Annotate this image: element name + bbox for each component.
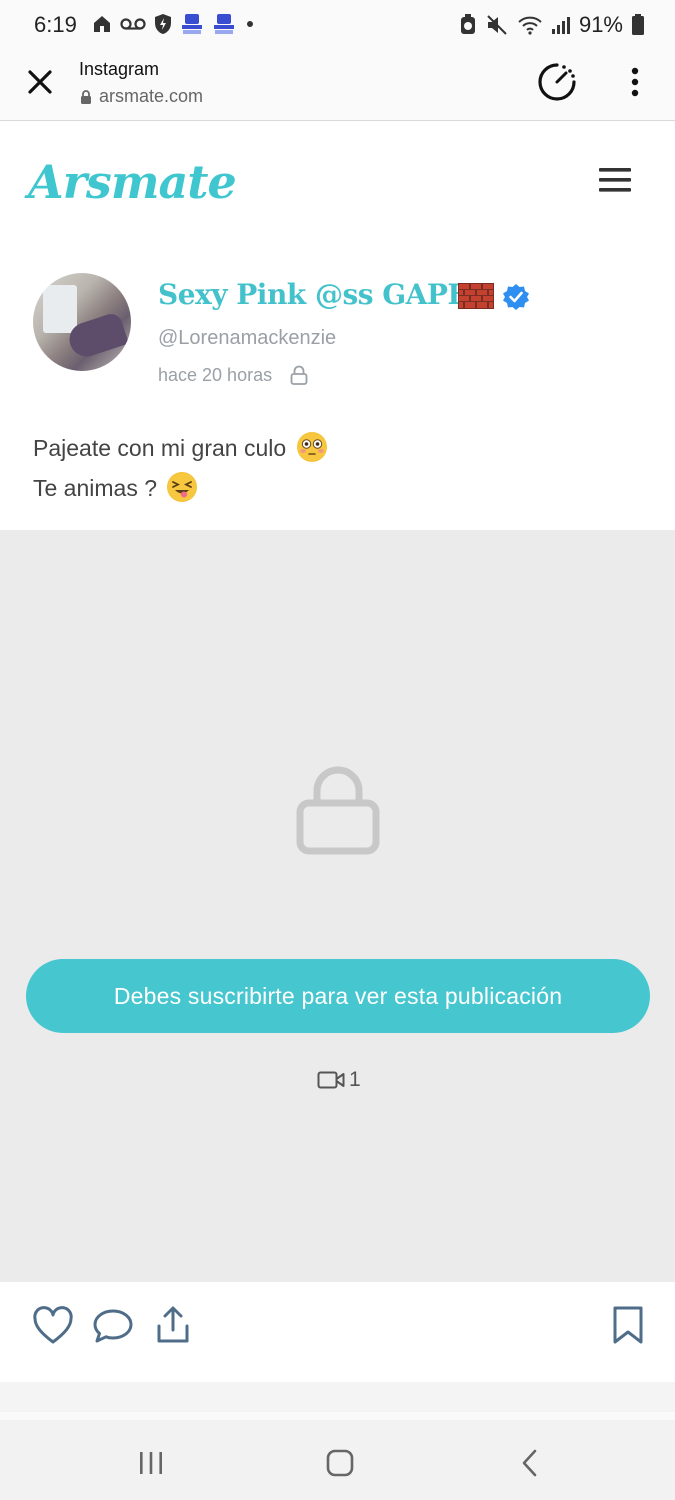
verified-badge-icon [503, 284, 529, 310]
avatar[interactable] [33, 273, 131, 371]
display-name[interactable]: Sexy Pink @ss GAPE [158, 278, 469, 311]
site-header: Arsmate [0, 121, 675, 241]
wifi-icon [518, 16, 542, 35]
lock-icon [296, 766, 380, 855]
overflow-menu-icon[interactable] [625, 66, 645, 98]
flushed-emoji-icon [296, 432, 327, 462]
subscribe-button[interactable]: Debes suscribirte para ver esta publicac… [26, 959, 650, 1033]
recent-apps-icon[interactable] [137, 1450, 165, 1476]
heart-icon[interactable] [32, 1306, 74, 1346]
home-button-icon[interactable] [326, 1449, 354, 1477]
close-icon[interactable] [26, 68, 54, 96]
notification-icon [182, 14, 202, 34]
status-left-icons [92, 13, 256, 35]
shield-icon [155, 14, 171, 34]
battery-percentage: 91% [578, 12, 623, 37]
share-icon[interactable] [156, 1305, 190, 1345]
user-handle[interactable]: @Lorenamackenzie [158, 327, 336, 350]
notification-icon [214, 14, 234, 34]
post-caption-line: Te animas ? [33, 472, 198, 502]
mute-icon [487, 15, 507, 35]
locked-media-area [0, 530, 675, 1282]
comment-icon[interactable] [92, 1307, 134, 1345]
bookmark-icon[interactable] [612, 1305, 644, 1345]
divider [0, 1412, 675, 1420]
home-icon [94, 16, 110, 32]
bricks-emoji-icon [458, 283, 494, 309]
subscribe-button-label: Debes suscribirte para ver esta publicac… [113, 982, 563, 1009]
post-timestamp: hace 20 horas [158, 365, 273, 385]
divider [0, 1382, 675, 1412]
video-count: 1 [349, 1068, 361, 1091]
caption-text: Pajeate con mi gran culo [33, 435, 287, 461]
status-bar: 6:19 91% [0, 0, 675, 50]
post-caption-line: Pajeate con mi gran culo [33, 432, 327, 462]
alarm-icon [460, 14, 475, 34]
status-right-icons: 91% [459, 12, 645, 38]
caption-text: Te animas ? [33, 475, 158, 501]
lock-icon [290, 365, 308, 385]
back-icon[interactable] [520, 1449, 540, 1477]
speed-gauge-icon[interactable] [537, 62, 577, 102]
site-logo[interactable]: Arsmate [28, 155, 237, 209]
voicemail-icon [120, 18, 146, 30]
lock-icon [81, 89, 91, 104]
in-app-browser-bar: Instagram arsmate.com [0, 50, 675, 121]
more-notifications-dot-icon [247, 21, 253, 27]
avatar-window-shape [43, 285, 77, 333]
video-camera-icon [317, 1071, 345, 1089]
battery-icon [632, 14, 644, 35]
browser-title: Instagram [79, 59, 160, 79]
browser-url: arsmate.com [99, 86, 204, 106]
hamburger-menu-icon[interactable] [599, 166, 631, 194]
browser-url-row: arsmate.com [80, 86, 203, 107]
tongue-wink-emoji-icon [167, 472, 198, 502]
signal-icon [551, 17, 570, 34]
status-time: 6:19 [34, 12, 77, 37]
media-count: 1 [317, 1068, 361, 1092]
